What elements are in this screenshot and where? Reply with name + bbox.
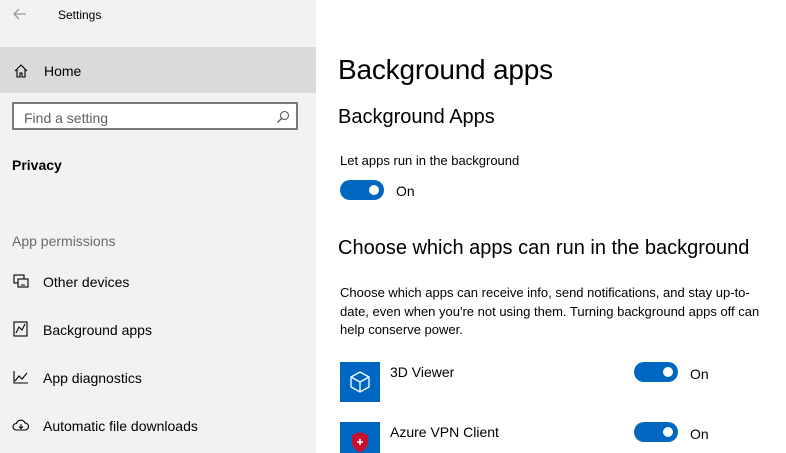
background-apps-icon xyxy=(13,321,28,337)
back-arrow-icon xyxy=(13,8,26,20)
title-bar: Settings xyxy=(0,0,316,32)
section-heading-background-apps: Background Apps xyxy=(338,106,495,128)
search-input[interactable]: Find a setting xyxy=(12,102,298,130)
sidebar-item-other-devices[interactable]: Other devices xyxy=(0,262,316,302)
app-toggle-state-label: On xyxy=(690,426,709,442)
sidebar-item-label: Background apps xyxy=(43,322,152,338)
main-content: Background apps Background Apps Let apps… xyxy=(316,0,786,453)
toggle-state-label: On xyxy=(396,183,415,199)
background-apps-toggle[interactable] xyxy=(340,180,384,200)
sidebar: Settings Home Find a setting Privacy App… xyxy=(0,0,316,453)
app-toggle-azure-vpn-client[interactable] xyxy=(634,422,678,442)
group-app-permissions: App permissions xyxy=(12,233,116,249)
page-title: Background apps xyxy=(338,54,553,85)
description-paragraph: Choose which apps can receive info, send… xyxy=(340,285,760,337)
search-placeholder: Find a setting xyxy=(24,110,109,126)
sidebar-item-label: Other devices xyxy=(43,274,130,290)
home-icon xyxy=(14,64,28,78)
window-title: Settings xyxy=(58,8,102,22)
shield-icon xyxy=(352,432,368,452)
app-icon-azure-vpn-client xyxy=(340,422,380,453)
app-name-azure-vpn-client: Azure VPN Client xyxy=(390,424,499,440)
app-toggle-3d-viewer[interactable] xyxy=(634,362,678,382)
home-nav-item[interactable]: Home xyxy=(0,47,316,93)
app-name-3d-viewer: 3D Viewer xyxy=(390,364,455,380)
search-icon xyxy=(277,110,290,123)
sidebar-item-background-apps[interactable]: Background apps xyxy=(0,310,316,350)
sidebar-item-label: App diagnostics xyxy=(43,370,142,386)
back-button[interactable] xyxy=(8,4,32,24)
app-icon-3d-viewer xyxy=(340,362,380,402)
cube-icon xyxy=(350,371,370,393)
sidebar-item-app-diagnostics[interactable]: App diagnostics xyxy=(0,358,316,398)
section-heading-choose-apps: Choose which apps can run in the backgro… xyxy=(338,237,750,259)
sidebar-item-label: Automatic file downloads xyxy=(43,418,198,434)
app-toggle-state-label: On xyxy=(690,366,709,382)
home-label: Home xyxy=(44,63,82,79)
cloud-download-icon xyxy=(12,419,30,431)
other-devices-icon xyxy=(13,274,29,288)
app-diagnostics-icon xyxy=(13,371,28,384)
section-privacy: Privacy xyxy=(12,157,62,173)
sidebar-item-automatic-file-downloads[interactable]: Automatic file downloads xyxy=(0,406,316,446)
toggle-description: Let apps run in the background xyxy=(340,153,520,168)
